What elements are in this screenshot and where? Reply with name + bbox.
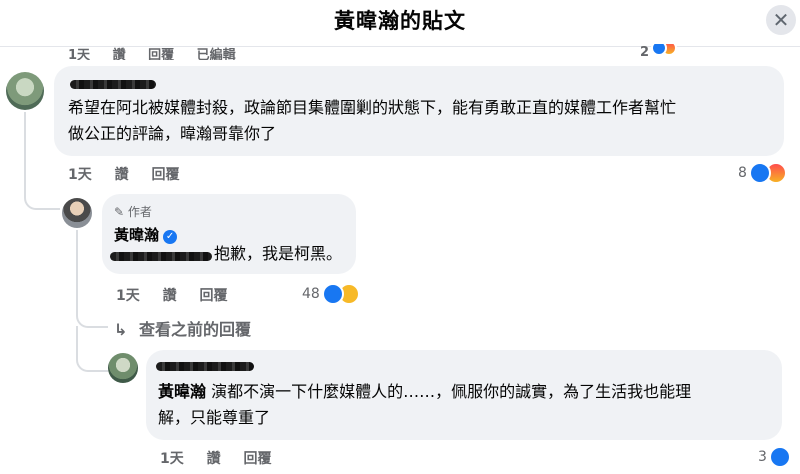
commenter-name-text[interactable]: 黃暐瀚	[114, 226, 159, 244]
reply-link[interactable]: 回覆	[200, 288, 228, 304]
pencil-icon: ✎	[114, 205, 125, 219]
thread-line	[24, 112, 60, 210]
reply-text: 抱歉，我是柯黑。	[214, 244, 343, 263]
comment-text-line-2: 做公正的評論，暐瀚哥靠你了	[68, 124, 277, 143]
view-previous-label[interactable]: 查看之前的回覆	[139, 320, 251, 339]
author-avatar[interactable]	[62, 198, 92, 228]
avatar[interactable]	[108, 353, 138, 383]
post-title: 黃暐瀚的貼文	[334, 9, 466, 33]
like-link[interactable]: 讚	[113, 48, 126, 60]
reaction-count: 8	[738, 165, 747, 181]
post-dialog-header: 黃暐瀚的貼文 ✕	[0, 0, 800, 47]
like-link[interactable]: 讚	[115, 167, 129, 183]
reply-text-line-2: 解，只能尊重了	[158, 408, 271, 427]
reply-arrow-icon: ↳	[114, 320, 128, 339]
redacted-commenter-name[interactable]	[70, 80, 156, 89]
like-link[interactable]: 讚	[207, 451, 221, 467]
time-link[interactable]: 1天	[160, 451, 184, 467]
like-reaction-icon	[321, 283, 344, 305]
reply-bubble: 黃暐瀚 演都不演一下什麼媒體人的……，佩服你的誠實，為了生活我也能理 解，只能尊…	[146, 350, 782, 440]
thread-line	[76, 326, 108, 372]
author-tag-label: 作者	[127, 205, 152, 219]
mention-link[interactable]: 黃暐瀚	[158, 382, 206, 401]
view-previous-replies-link[interactable]: ↳ 查看之前的回覆	[114, 316, 251, 340]
comment-actions: 1天 讚 回覆	[68, 164, 198, 184]
thread-line	[76, 230, 108, 328]
reply-text-body: 演都不演一下什麼媒體人的……，佩服你的誠實，為了生活我也能理	[206, 382, 692, 401]
avatar[interactable]	[6, 72, 44, 110]
reply-text-line-1: 黃暐瀚 演都不演一下什麼媒體人的……，佩服你的誠實，為了生活我也能理	[158, 380, 691, 404]
author-badge: ✎ 作者	[114, 203, 152, 220]
comment-text-line-1: 希望在阿北被媒體封殺，政論節目集體圍剿的狀態下，能有勇敢正直的媒體工作者幫忙	[68, 98, 677, 117]
redacted-commenter-name[interactable]	[156, 362, 254, 371]
like-reaction-icon	[768, 446, 791, 468]
reply-reactions[interactable]: 3	[758, 446, 791, 468]
comment-reactions[interactable]: 8	[738, 162, 787, 184]
reply-reactions[interactable]: 48	[302, 283, 360, 305]
reply-link[interactable]: 回覆	[148, 48, 174, 60]
time-link[interactable]: 1天	[68, 48, 90, 60]
reply-actions: 1天 讚 回覆	[160, 448, 290, 468]
time-link[interactable]: 1天	[116, 288, 140, 304]
reply-bubble: ✎ 作者 黃暐瀚 ✓ 抱歉，我是柯黑。	[102, 194, 356, 274]
close-icon[interactable]: ✕	[766, 5, 796, 35]
time-link[interactable]: 1天	[68, 167, 92, 183]
previous-comment-actions: 1天 讚 回覆 已編輯	[68, 44, 254, 60]
reaction-count: 3	[758, 449, 767, 465]
reply-actions: 1天 讚 回覆	[116, 285, 246, 305]
like-reaction-icon	[748, 162, 771, 184]
comment-bubble: 希望在阿北被媒體封殺，政論節目集體圍剿的狀態下，能有勇敢正直的媒體工作者幫忙 做…	[54, 66, 784, 156]
commenter-name[interactable]: 黃暐瀚 ✓	[114, 224, 178, 245]
redacted-mention[interactable]	[110, 252, 212, 261]
reply-link[interactable]: 回覆	[152, 167, 180, 183]
edited-label: 已編輯	[196, 48, 236, 60]
verified-badge-icon: ✓	[163, 230, 178, 244]
like-link[interactable]: 讚	[163, 288, 177, 304]
reaction-count: 2	[640, 44, 650, 60]
reaction-count: 48	[302, 286, 320, 302]
previous-comment-reactions[interactable]: 2	[640, 44, 678, 60]
reply-link[interactable]: 回覆	[244, 451, 272, 467]
